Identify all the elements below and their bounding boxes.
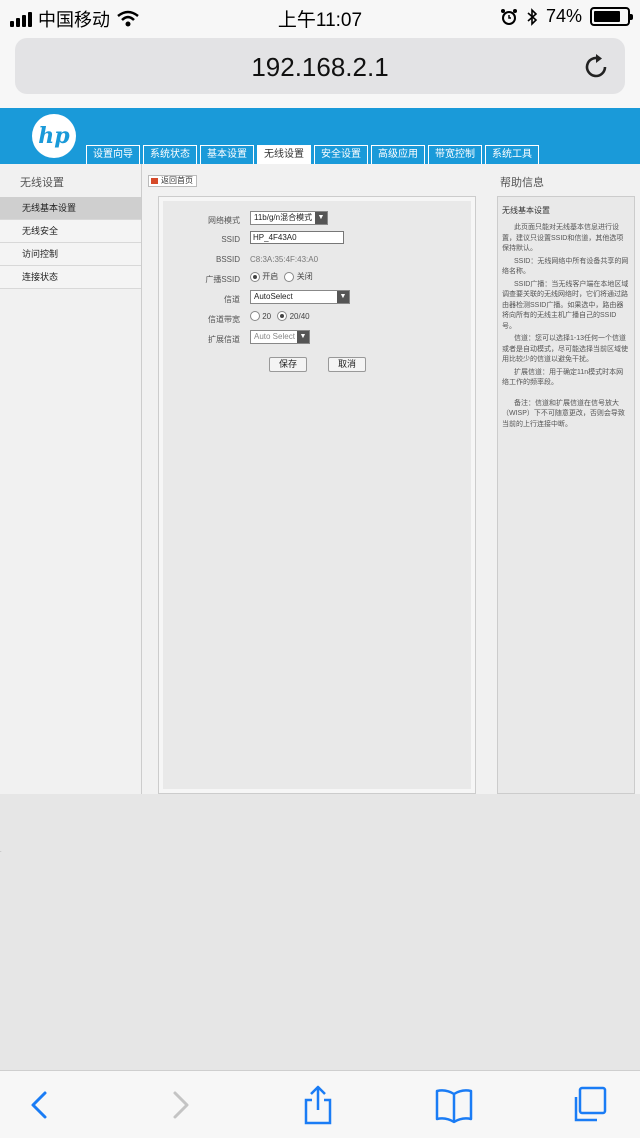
battery-icon	[590, 7, 633, 26]
channel-label: 信道	[224, 295, 240, 304]
hp-logo: hp	[32, 114, 76, 158]
sidebar-menu: 无线基本设置 无线安全 访问控制 连接状态	[0, 197, 141, 289]
cancel-button[interactable]: 取消	[328, 357, 366, 372]
channel-value: AutoSelect	[254, 292, 293, 301]
mode-value: 11b/g/n混合模式	[254, 213, 313, 222]
browser-toolbar	[0, 1070, 640, 1138]
bandwidth-label: 信道带宽	[208, 315, 240, 324]
tab-system-status[interactable]: 系统状态	[143, 145, 197, 164]
wireless-form-panel: 网络模式 11b/g/n混合模式 ▼ SSID HP_4F43A0 BSSID …	[158, 196, 476, 794]
help-panel: 无线基本设置 此页面只能对无线基本信息进行设置，建议只设置SSID和信道，其他选…	[497, 196, 635, 794]
broadcast-options: 开启 关闭	[250, 271, 317, 282]
tabs-icon[interactable]	[568, 1085, 608, 1125]
bw-2040-radio[interactable]	[277, 311, 288, 321]
battery-percent: 74%	[545, 6, 582, 26]
ssid-input[interactable]: HP_4F43A0	[250, 231, 344, 244]
main-tabs: 设置向导 系统状态 基本设置 无线设置 安全设置 高级应用 带宽控制 系统工具	[86, 145, 539, 164]
bw-20-radio[interactable]	[250, 311, 260, 321]
alarm-icon	[500, 8, 517, 25]
form-body: 网络模式 11b/g/n混合模式 ▼ SSID HP_4F43A0 BSSID …	[163, 201, 471, 789]
ext-channel-select[interactable]: Auto Select ▼	[250, 330, 310, 344]
router-header: hp 设置向导 系统状态 基本设置 无线设置 安全设置 高级应用 带宽控制 系统…	[0, 108, 640, 164]
sidebar-item-wireless-security[interactable]: 无线安全	[0, 220, 141, 243]
mode-row: 网络模式 11b/g/n混合模式 ▼	[163, 211, 473, 227]
stray-mark: .	[0, 848, 2, 854]
mode-select[interactable]: 11b/g/n混合模式 ▼	[250, 211, 328, 225]
chevron-down-icon: ▼	[297, 331, 309, 343]
forward-icon[interactable]	[160, 1085, 200, 1125]
bookmarks-icon[interactable]	[434, 1085, 474, 1125]
save-button[interactable]: 保存	[269, 357, 307, 372]
status-bar: 中国移动 上午11:07 74%	[0, 0, 640, 34]
tab-basic-settings[interactable]: 基本设置	[200, 145, 254, 164]
help-paragraph: 备注：信道和扩展信道在信号放大（WISP）下不可随意更改，否则会导致当前的上行连…	[502, 399, 625, 428]
address-bar-area: 192.168.2.1	[0, 34, 640, 108]
channel-select[interactable]: AutoSelect ▼	[250, 290, 350, 304]
help-paragraph: 信道：您可以选择1-13任何一个信道或者是自动模式，尽可能选择当前区域使用比较少…	[502, 335, 628, 363]
broadcast-on-label: 开启	[262, 272, 279, 281]
router-page: 无线设置 无线基本设置 无线安全 访问控制 连接状态 返回首页 网络模式 11b…	[0, 164, 640, 794]
ext-channel-row: 扩展信道 Auto Select ▼	[163, 330, 473, 346]
bluetooth-icon	[527, 7, 538, 26]
tab-security-settings[interactable]: 安全设置	[314, 145, 368, 164]
help-paragraph: 扩展信道：用于确定11n模式时本网络工作的频率段。	[502, 368, 624, 387]
share-icon[interactable]	[298, 1085, 338, 1125]
ext-channel-label: 扩展信道	[208, 335, 240, 344]
bssid-value: C8:3A:35:4F:43:A0	[250, 255, 319, 264]
mode-label: 网络模式	[208, 216, 240, 225]
ext-channel-value: Auto Select	[254, 332, 295, 341]
help-paragraph: SSID广播：当无线客户端在本地区域调查要关联的无线网络时，它们将通过路由器检测…	[502, 280, 629, 330]
help-subtitle: 无线基本设置	[502, 206, 550, 215]
back-icon[interactable]	[20, 1085, 60, 1125]
chevron-down-icon: ▼	[315, 212, 327, 224]
broadcast-on-radio[interactable]	[250, 271, 260, 282]
bssid-label: BSSID	[215, 255, 240, 264]
sidebar-item-connection-status[interactable]: 连接状态	[0, 266, 141, 289]
broadcast-row: 广播SSID 开启 关闭	[163, 270, 473, 286]
help-text: 此页面只能对无线基本信息进行设置，建议只设置SSID和信道，其他选项保持默认。 …	[502, 223, 630, 432]
tab-system-tools[interactable]: 系统工具	[485, 145, 539, 164]
address-bar[interactable]: 192.168.2.1	[15, 38, 625, 94]
tab-wireless-settings[interactable]: 无线设置	[257, 145, 311, 164]
bandwidth-row: 信道带宽 20 20/40	[163, 310, 473, 326]
bw-2040-label: 20/40	[289, 311, 310, 321]
broadcast-label: 广播SSID	[205, 275, 240, 284]
broadcast-off-label: 关闭	[296, 272, 313, 281]
bandwidth-options: 20 20/40	[250, 311, 314, 321]
broadcast-off-radio[interactable]	[284, 271, 295, 282]
bssid-row: BSSID C8:3A:35:4F:43:A0	[163, 251, 473, 267]
url-text[interactable]: 192.168.2.1	[15, 52, 625, 83]
ssid-label: SSID	[221, 235, 240, 244]
sidebar-item-wireless-basic[interactable]: 无线基本设置	[0, 197, 141, 220]
tab-advanced[interactable]: 高级应用	[371, 145, 425, 164]
sidebar: 无线设置 无线基本设置 无线安全 访问控制 连接状态	[0, 164, 142, 794]
sidebar-item-access-control[interactable]: 访问控制	[0, 243, 141, 266]
back-home-button[interactable]: 返回首页	[148, 175, 197, 187]
help-paragraph: 此页面只能对无线基本信息进行设置，建议只设置SSID和信道，其他选项保持默认。	[502, 224, 624, 252]
ssid-row: SSID HP_4F43A0	[163, 231, 473, 247]
bw-20-label: 20	[262, 311, 272, 321]
help-title: 帮助信息	[500, 177, 544, 189]
help-paragraph: SSID：无线网络中所有设备共享的网络名称。	[502, 257, 629, 276]
tab-setup-wizard[interactable]: 设置向导	[86, 145, 140, 164]
chevron-down-icon: ▼	[337, 291, 349, 303]
tab-bandwidth-control[interactable]: 带宽控制	[428, 145, 482, 164]
help-column: 帮助信息 无线基本设置 此页面只能对无线基本信息进行设置，建议只设置SSID和信…	[492, 164, 640, 794]
reload-icon[interactable]	[581, 52, 611, 82]
status-right: 74%	[500, 6, 633, 27]
channel-row: 信道 AutoSelect ▼	[163, 290, 473, 306]
sidebar-title: 无线设置	[20, 177, 64, 189]
